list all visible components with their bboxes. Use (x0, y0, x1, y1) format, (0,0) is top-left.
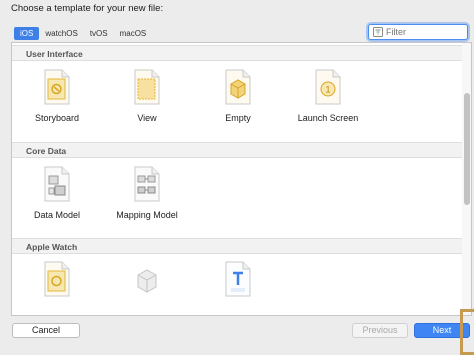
template-watch-asset[interactable] (101, 261, 193, 305)
template-label: Launch Screen (297, 113, 359, 123)
notification-payload-icon (224, 261, 252, 297)
template-mapping-model[interactable]: Mapping Model (101, 166, 193, 220)
platform-tab-bar: iOS watchOS tvOS macOS (14, 26, 152, 40)
storyboard-icon (43, 69, 71, 105)
tab-tvos[interactable]: tvOS (84, 27, 114, 40)
template-label: Data Model (33, 210, 81, 220)
template-view[interactable]: View (101, 69, 193, 123)
mapping-model-icon (133, 166, 161, 202)
template-storyboard[interactable]: Storyboard (12, 69, 103, 123)
section-header-user-interface: User Interface (12, 45, 464, 61)
template-label: Storyboard (34, 113, 80, 123)
empty-icon (224, 69, 252, 105)
template-empty[interactable]: Empty (192, 69, 284, 123)
tab-ios[interactable]: iOS (14, 26, 40, 40)
scrollbar-thumb[interactable] (464, 93, 470, 205)
template-label: Mapping Model (116, 210, 178, 220)
cancel-button[interactable]: Cancel (12, 323, 80, 338)
section-header-apple-watch: Apple Watch (12, 238, 464, 254)
section-header-core-data: Core Data (12, 142, 464, 158)
svg-text:1: 1 (325, 85, 330, 95)
template-launch-screen[interactable]: 1 Launch Screen (282, 69, 374, 123)
watch-asset-icon (133, 261, 161, 297)
filter-field[interactable] (368, 24, 468, 40)
template-label: Empty (225, 113, 251, 123)
data-model-icon (43, 166, 71, 202)
filter-icon (373, 27, 383, 37)
launch-screen-icon: 1 (314, 69, 342, 105)
template-data-model[interactable]: Data Model (12, 166, 103, 220)
template-scrollbar[interactable] (462, 43, 471, 315)
watch-storyboard-icon (43, 261, 71, 297)
filter-input[interactable] (383, 27, 466, 37)
template-panel: User Interface Storyboard View Empty 1 L… (11, 42, 472, 316)
template-notification-payload[interactable] (192, 261, 284, 305)
dialog-title: Choose a template for your new file: (11, 3, 164, 14)
tab-watchos[interactable]: watchOS (39, 27, 83, 40)
view-icon (133, 69, 161, 105)
previous-button[interactable]: Previous (352, 323, 408, 338)
highlight-frame (460, 309, 474, 355)
template-label: View (137, 113, 157, 123)
tab-macos[interactable]: macOS (114, 27, 153, 40)
template-watch-storyboard[interactable] (12, 261, 103, 305)
